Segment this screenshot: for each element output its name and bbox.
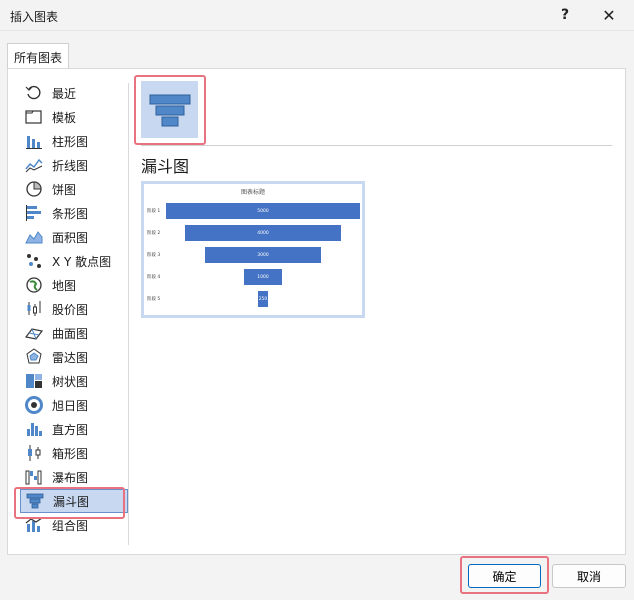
- radar-chart-icon: [24, 347, 44, 367]
- nav-item-label: X Y 散点图: [52, 254, 112, 269]
- stock-chart-icon: [24, 299, 44, 319]
- nav-item-treemap-chart[interactable]: 树状图: [20, 369, 128, 393]
- nav-item-label: 地图: [52, 278, 77, 293]
- nav-item-map-chart[interactable]: 地图: [20, 273, 128, 297]
- preview-funnel-row: 阶段 5 250: [144, 291, 362, 307]
- preview-funnel-row: 阶段 3 3000: [144, 247, 362, 263]
- nav-item-area-chart[interactable]: 面积图: [20, 225, 128, 249]
- nav-item-column-chart[interactable]: 柱形图: [20, 129, 128, 153]
- nav-item-recent[interactable]: 最近: [20, 81, 128, 105]
- template-folder-icon: [24, 107, 44, 127]
- scatter-chart-icon: [24, 251, 44, 271]
- chart-preview-canvas: 图表标题 阶段 1 5000 阶段 2 4000 阶段 3 3000 阶段 4 1000 阶段 …: [144, 184, 362, 315]
- preview-stage-label: 阶段 4: [147, 275, 161, 280]
- chart-preview[interactable]: 图表标题 阶段 1 5000 阶段 2 4000 阶段 3 3000 阶段 4 1000 阶段 …: [141, 181, 365, 318]
- nav-item-waterfall-chart[interactable]: 瀑布图: [20, 465, 128, 489]
- preview-stage-label: 阶段 3: [147, 253, 161, 258]
- preview-funnel-bar: 3000: [204, 247, 322, 263]
- column-chart-icon: [24, 131, 44, 151]
- preview-bar-value: 1000: [257, 274, 269, 280]
- content-panel: 最近模板柱形图折线图饼图条形图面积图 X Y 散点图 地图股价图曲面图雷达图树状图旭…: [7, 68, 626, 555]
- close-button[interactable]: ✕: [590, 2, 628, 28]
- nav-item-scatter-chart[interactable]: X Y 散点图: [20, 249, 128, 273]
- tab-strip: 所有图表: [0, 31, 634, 69]
- nav-item-template-folder[interactable]: 模板: [20, 105, 128, 129]
- preview-stage-label: 阶段 5: [147, 297, 161, 302]
- nav-item-label: 曲面图: [52, 326, 89, 341]
- nav-item-stock-chart[interactable]: 股价图: [20, 297, 128, 321]
- box-whisker-chart-icon: [24, 443, 44, 463]
- selected-category-highlight: [14, 487, 125, 519]
- nav-item-label: 旭日图: [52, 398, 89, 413]
- nav-item-label: 模板: [52, 110, 77, 125]
- nav-item-bar-chart[interactable]: 条形图: [20, 201, 128, 225]
- sunburst-chart-icon: [24, 395, 44, 415]
- nav-item-label: 直方图: [52, 422, 89, 437]
- preview-funnel-bar: 250: [258, 291, 268, 307]
- preview-bar-value: 3000: [257, 252, 269, 258]
- nav-item-radar-chart[interactable]: 雷达图: [20, 345, 128, 369]
- recent-icon: [24, 83, 44, 103]
- nav-item-label: 雷达图: [52, 350, 89, 365]
- nav-item-label: 折线图: [52, 158, 89, 173]
- preview-chart-title: 图表标题: [240, 189, 265, 196]
- line-chart-icon: [24, 155, 44, 175]
- selected-subtype-highlight: [134, 75, 206, 145]
- nav-item-label: 条形图: [52, 206, 89, 221]
- nav-item-label: 树状图: [52, 374, 89, 389]
- preview-funnel-bar: 1000: [243, 269, 283, 285]
- nav-item-box-whisker-chart[interactable]: 箱形图: [20, 441, 128, 465]
- pie-chart-icon: [24, 179, 44, 199]
- help-button[interactable]: ?: [546, 2, 584, 28]
- tab-all-charts[interactable]: 所有图表: [7, 43, 70, 69]
- nav-item-label: 柱形图: [52, 134, 89, 149]
- treemap-chart-icon: [24, 371, 44, 391]
- window-title: 插入图表: [10, 10, 59, 24]
- chart-type-title: 漏斗图: [141, 157, 190, 176]
- nav-item-sunburst-chart[interactable]: 旭日图: [20, 393, 128, 417]
- nav-item-pie-chart[interactable]: 饼图: [20, 177, 128, 201]
- nav-divider: [128, 83, 129, 545]
- area-chart-icon: [24, 227, 44, 247]
- nav-item-label: 组合图: [52, 518, 89, 533]
- bar-chart-icon: [24, 203, 44, 223]
- nav-item-histogram-chart[interactable]: 直方图: [20, 417, 128, 441]
- preview-bar-value: 4000: [257, 230, 269, 236]
- surface-chart-icon: [24, 323, 44, 343]
- preview-bar-value: 5000: [257, 208, 269, 214]
- title-bar: 插入图表 ? ✕: [0, 0, 634, 31]
- nav-item-label: 股价图: [52, 302, 89, 317]
- ok-button[interactable]: 确定: [468, 564, 541, 588]
- preview-funnel-row: 阶段 4 1000: [144, 269, 362, 285]
- nav-item-surface-chart[interactable]: 曲面图: [20, 321, 128, 345]
- nav-item-label: 饼图: [52, 182, 77, 197]
- histogram-chart-icon: [24, 419, 44, 439]
- map-chart-icon: [24, 275, 44, 295]
- preview-stage-label: 阶段 1: [147, 209, 161, 214]
- chart-category-list: 最近模板柱形图折线图饼图条形图面积图 X Y 散点图 地图股价图曲面图雷达图树状图旭…: [20, 81, 128, 537]
- waterfall-chart-icon: [24, 467, 44, 487]
- cancel-button[interactable]: 取消: [552, 564, 626, 588]
- nav-item-label: 最近: [52, 86, 77, 101]
- nav-item-label: 面积图: [52, 230, 89, 245]
- preview-funnel-bar: 5000: [166, 203, 360, 219]
- title-separator: [141, 145, 612, 146]
- preview-funnel-row: 阶段 2 4000: [144, 225, 362, 241]
- nav-item-label: 箱形图: [52, 446, 89, 461]
- nav-item-label: 瀑布图: [52, 470, 89, 485]
- preview-stage-label: 阶段 2: [147, 231, 161, 236]
- preview-funnel-bar: 4000: [185, 225, 341, 241]
- preview-funnel-row: 阶段 1 5000: [144, 203, 362, 219]
- preview-bar-value: 250: [258, 296, 268, 302]
- nav-item-line-chart[interactable]: 折线图: [20, 153, 128, 177]
